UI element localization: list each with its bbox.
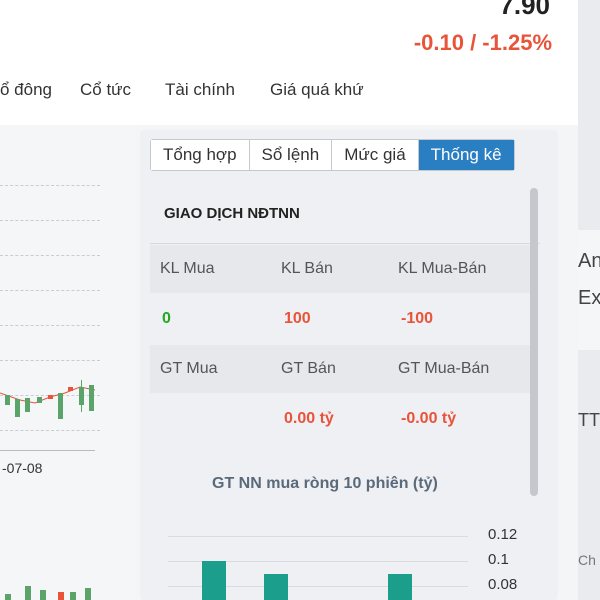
candle [25,398,30,412]
nav-financials[interactable]: Tài chính [165,80,235,100]
tab-price-level[interactable]: Mức giá [332,140,419,170]
price-change: -0.10 / -1.25% [413,30,552,55]
candle [5,395,10,405]
side-text: An [578,250,600,272]
stock-detail-panel: 7.90 -0.10 / -1.25% ổ đông Cổ tức Tài ch… [0,0,578,600]
nav-price-history[interactable]: Giá quá khứ [270,80,364,100]
foreign-trading-title: GIAO DỊCH NĐTNN [164,205,300,222]
volume-bar [85,588,91,600]
net-buy-chart: 0.12 0.1 0.08 [150,520,530,600]
candle [89,385,94,411]
tab-order-book[interactable]: Sổ lệnh [249,140,333,170]
nav-shareholders[interactable]: ổ đông [0,80,52,100]
candle [37,397,42,403]
chart-x-axis [0,450,95,451]
header-buy-volume: KL Mua [160,260,215,277]
net-buy-bar [202,561,226,600]
candle [79,387,84,405]
volume-bar [5,594,11,600]
net-buy-bar [264,573,288,600]
current-price: 7.90 [499,0,550,20]
value-sell-value: 0.00 tỷ [284,410,334,427]
value-value-row: 0.00 tỷ -0.00 tỷ [150,395,530,443]
net-buy-bar [388,573,412,600]
side-text: TT [578,410,600,430]
chart-date-label: -07-08 [2,460,43,476]
volume-bar [25,586,31,600]
price-line [0,386,96,404]
mini-tick-label: 0.08 [488,576,518,593]
stats-scrollbar[interactable] [530,188,538,496]
price-chart: -07-08 [0,125,135,600]
header-net-value: GT Mua-Bán [398,360,490,377]
tab-summary[interactable]: Tổng hợp [151,140,250,170]
title-divider [150,243,540,244]
volume-bar [40,590,46,600]
mini-tick-label: 0.12 [488,526,518,543]
tab-statistics[interactable]: Thống kê [418,140,514,170]
volume-value-row: 0 100 -100 [150,295,530,343]
volume-header-row: KL Mua KL Bán KL Mua-Bán [150,245,530,293]
nav-dividends[interactable]: Cổ tức [80,80,131,100]
value-header-row: GT Mua GT Bán GT Mua-Bán [150,345,530,393]
header-net-volume: KL Mua-Bán [398,260,487,277]
candle [58,393,63,419]
stats-tabs: Tổng hợp Sổ lệnh Mức giá Thống kê [150,139,515,171]
candle [48,395,53,399]
header-sell-value: GT Bán [281,360,336,377]
volume-bar [58,592,64,600]
side-text: Ch [578,552,596,568]
side-text: Exc [578,287,600,309]
candle [68,387,73,391]
value-buy-volume: 0 [162,310,171,327]
mini-gridline [168,536,468,537]
net-buy-chart-title: GT NN mua ròng 10 phiên (tỷ) [212,475,438,492]
value-sell-volume: 100 [284,310,311,327]
value-net-value: -0.00 tỷ [401,410,457,427]
volume-bars [0,580,135,600]
header-sell-volume: KL Bán [281,260,333,277]
adjacent-panel-edge: An Exc TT Ch [578,0,600,600]
header-buy-value: GT Mua [160,360,218,377]
value-net-volume: -100 [401,310,434,327]
candle [15,399,20,417]
mini-tick-label: 0.1 [488,551,509,568]
volume-bar [70,592,76,600]
